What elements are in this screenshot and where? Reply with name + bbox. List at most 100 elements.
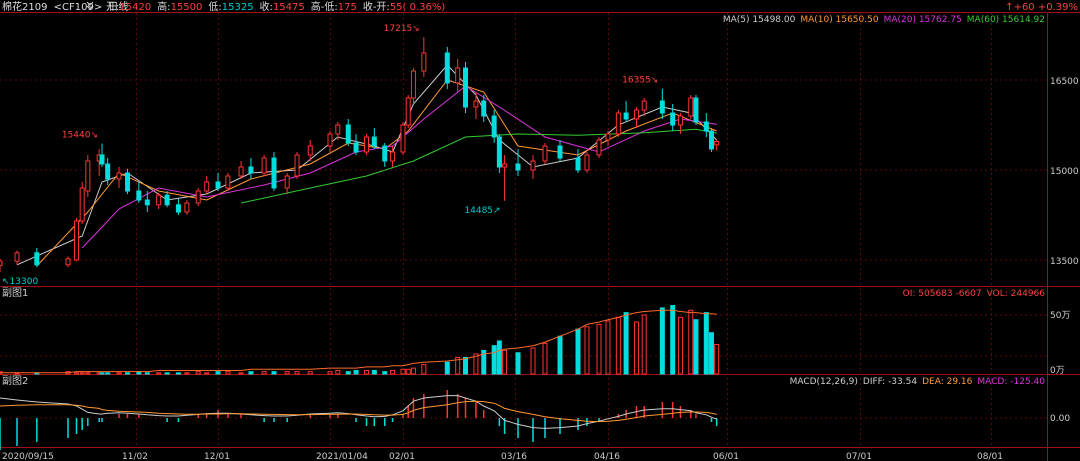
volume-bar	[105, 372, 111, 375]
candle	[85, 155, 91, 197]
volume-bar	[382, 371, 388, 375]
quote-label: 收-开:	[363, 0, 390, 13]
volume-bar	[225, 371, 231, 375]
volume-bar	[688, 309, 694, 375]
legend-value: 15650.50	[833, 15, 879, 25]
volume-bar	[144, 372, 150, 375]
candle	[400, 122, 406, 155]
kline-chart[interactable]: 棉花2109 <CF109> 日线 开:15420 高:15500 低:15325 收…	[0, 0, 1080, 461]
legend-label: MA(5)	[723, 15, 750, 25]
price-annotation: 14485↗	[464, 206, 500, 216]
date-tick-label: 11/02	[122, 452, 148, 461]
volume-bar	[670, 305, 676, 375]
volume-bar	[195, 371, 201, 375]
candle	[225, 173, 231, 191]
candle	[496, 134, 502, 173]
volume-bar	[515, 352, 521, 375]
date-tick-label: 12/01	[204, 452, 230, 461]
volume-tick-label: 50万	[1050, 311, 1070, 321]
volume-bar	[79, 372, 85, 375]
volume-bar	[496, 340, 502, 375]
volume-bar	[677, 316, 683, 375]
volume-bar	[164, 372, 170, 375]
macd-tick-label: 0.00	[1050, 414, 1070, 424]
volume-bar	[307, 371, 313, 375]
volume-bar	[400, 368, 406, 375]
volume-bar	[693, 319, 699, 375]
legend-value: 244966	[1008, 289, 1045, 299]
candle	[271, 152, 277, 191]
candle	[688, 95, 694, 119]
date-tick-label: 02/01	[389, 452, 415, 461]
candle	[444, 47, 450, 89]
volume-tick-label: 0万	[1050, 366, 1065, 376]
price-tick-label: 15000	[1050, 167, 1079, 177]
candle	[584, 152, 590, 173]
price-change: ↑+60 +0.39%	[1005, 2, 1078, 13]
volume-bar	[542, 342, 548, 375]
volume-bar	[345, 371, 351, 375]
legend-value: 15498.00	[750, 15, 796, 25]
volume-bar	[605, 320, 611, 375]
candle	[708, 128, 714, 152]
price-annotation: 16355↘	[622, 76, 658, 86]
candle	[261, 155, 267, 176]
sub1-title[interactable]: 副图1	[2, 287, 28, 299]
sub2-axis: 0.00	[1050, 414, 1070, 424]
volume-bar	[284, 371, 290, 375]
volume-bar	[633, 321, 639, 375]
candle	[74, 218, 79, 262]
price-annotation: 17215↘	[384, 24, 420, 34]
quote-label: 低:	[208, 0, 221, 13]
volume-bar	[530, 347, 536, 375]
volume-bar	[390, 369, 396, 375]
candle	[693, 95, 699, 125]
candle	[294, 152, 300, 179]
candle	[364, 134, 369, 155]
volume-bar	[502, 349, 508, 375]
volume-bar	[405, 368, 411, 375]
volume-bar	[421, 364, 427, 375]
legend-value: 15614.92	[999, 15, 1045, 25]
candle	[596, 137, 602, 158]
quote-value: 175	[338, 2, 357, 13]
chart-background	[0, 0, 1080, 461]
date-tick-label: 2021/01/04	[316, 452, 368, 461]
quote-value: 55( 0.36%)	[390, 2, 446, 13]
legend-label: MA(60)	[967, 15, 999, 25]
volume-bar	[74, 372, 79, 375]
quote-value: 15500	[171, 2, 203, 13]
volume-bar	[444, 361, 450, 375]
candle	[463, 62, 469, 113]
volume-bar	[623, 312, 629, 375]
quote-value: 15325	[222, 2, 254, 13]
volume-bar	[708, 332, 714, 375]
sub1-legend: OI: 505683 -6607 VOL: 244966	[903, 289, 1046, 299]
legend-label: MACD(12,26,9)	[790, 377, 858, 387]
sub2-title[interactable]: 副图2	[2, 375, 28, 387]
quote-label: 开:	[106, 2, 119, 13]
volume-bar	[410, 367, 416, 375]
legend-label: DEA:	[922, 377, 944, 387]
price-annotation: 15440↘	[62, 131, 98, 141]
volume-bar	[248, 371, 254, 375]
legend-label: MACD:	[977, 377, 1007, 387]
volume-bar	[85, 372, 91, 375]
date-tick-label: 06/01	[713, 452, 739, 461]
candle	[615, 110, 621, 137]
legend-value: 29.16	[944, 377, 973, 387]
symbol-code: <CF109>	[54, 2, 103, 13]
candle	[195, 188, 201, 206]
volume-bar	[364, 369, 369, 375]
quote-label: 高-低:	[311, 0, 338, 13]
quote-value: 15475	[273, 2, 305, 13]
candle	[405, 95, 411, 128]
volume-bar	[116, 372, 122, 375]
price-tick-label: 13500	[1050, 257, 1079, 267]
volume-bar	[327, 371, 333, 375]
legend-label: DIFF:	[863, 377, 885, 387]
price-annotation: ↖13300	[2, 277, 38, 287]
volume-bar	[156, 372, 162, 375]
volume-bar	[491, 345, 497, 375]
volume-bar	[175, 372, 181, 375]
